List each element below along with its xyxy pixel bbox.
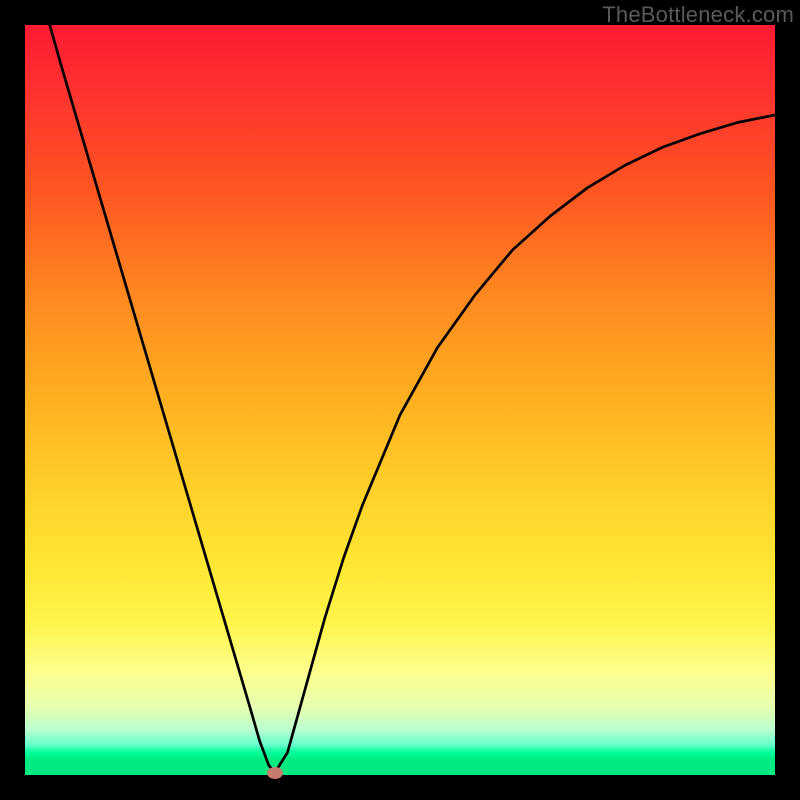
bottleneck-curve bbox=[50, 25, 775, 773]
minimum-marker bbox=[267, 767, 283, 779]
curve-svg bbox=[25, 25, 775, 775]
chart-container: TheBottleneck.com bbox=[0, 0, 800, 800]
chart-plot-area bbox=[25, 25, 775, 775]
watermark-text: TheBottleneck.com bbox=[602, 2, 794, 28]
